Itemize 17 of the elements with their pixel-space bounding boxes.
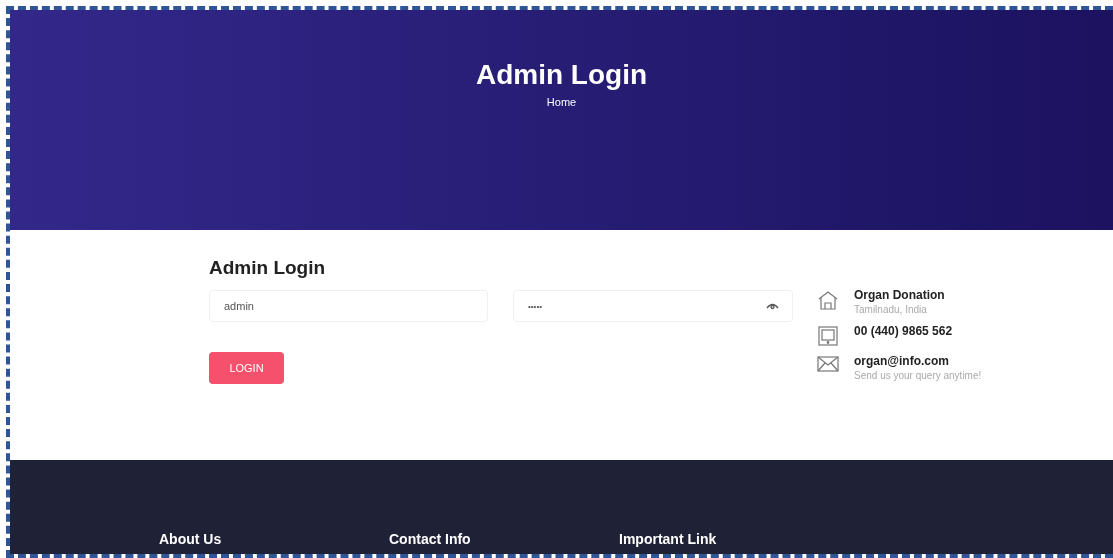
page-title: Admin Login — [475, 58, 648, 92]
eye-icon[interactable] — [766, 302, 779, 310]
breadcrumb-link[interactable]: Home — [546, 94, 577, 111]
password-field[interactable]: ••••• — [513, 290, 793, 322]
home-icon — [817, 290, 839, 310]
username-field[interactable]: admin — [209, 290, 488, 322]
footer-heading: Important Link — [619, 530, 718, 549]
mail-icon — [817, 356, 839, 372]
footer-heading: Contact Info — [389, 530, 472, 549]
contact-subtitle: Tamilnadu, India — [854, 303, 928, 316]
tablet-icon — [818, 326, 838, 346]
contact-title: 00 (440) 9865 562 — [854, 324, 953, 339]
contact-subtitle: Send us your query anytime! — [854, 369, 982, 382]
form-title: Admin Login — [209, 256, 327, 280]
contact-title: Organ Donation — [854, 288, 945, 303]
contact-title: organ@info.com — [854, 354, 951, 369]
footer-heading: About Us — [159, 530, 223, 549]
